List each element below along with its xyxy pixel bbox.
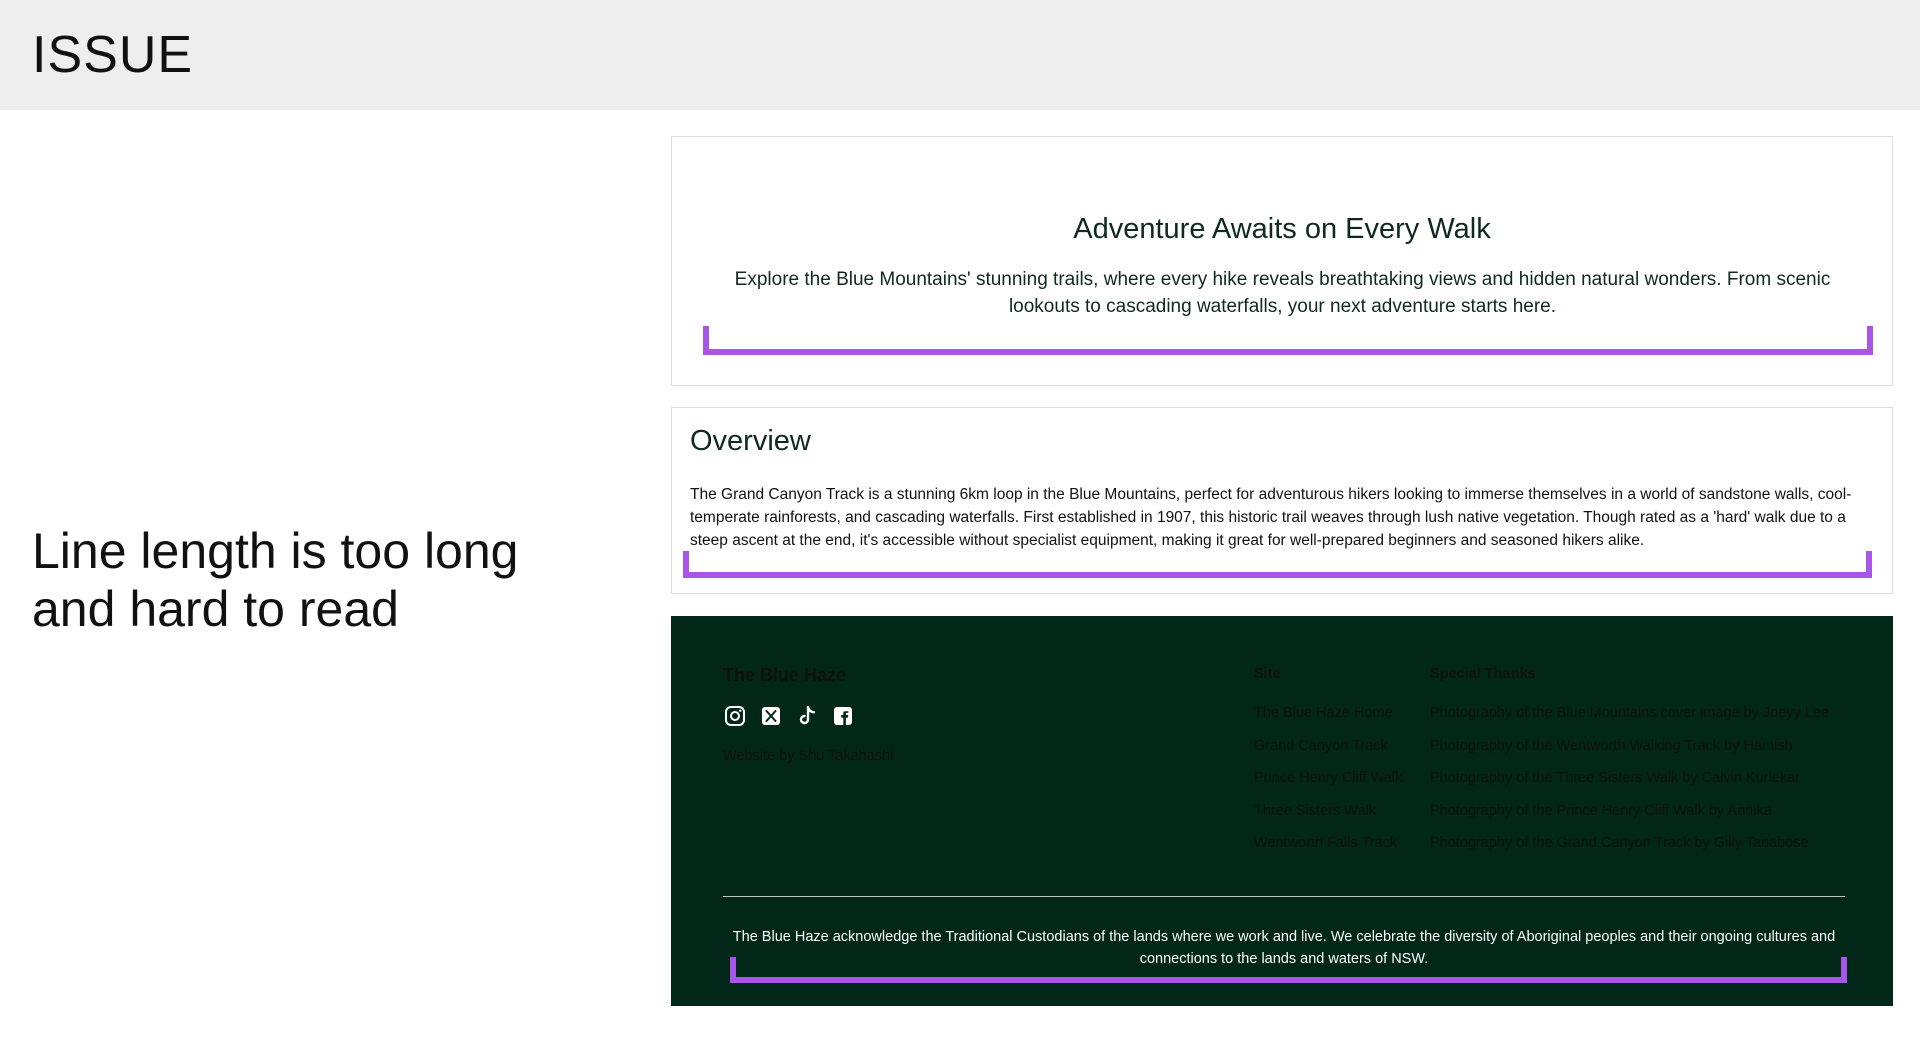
thanks-item: Photography of the Wentworth Walking Tra… [1430,737,1793,754]
line-length-highlight [730,957,1847,983]
overview-text: The Grand Canyon Track is a stunning 6km… [690,486,1852,549]
footer-link-grand-canyon[interactable]: Grand Canyon Track [1254,736,1402,769]
footer-link-home[interactable]: The Blue Haze Home [1254,703,1402,736]
line-length-highlight [703,326,1873,355]
footer-brand: The Blue Haze [723,665,847,685]
social-icons [723,704,855,728]
footer-site-heading: Site [1254,666,1281,682]
line-length-highlight [683,551,1872,578]
facebook-icon[interactable] [831,704,855,728]
hero-heading: Adventure Awaits on Every Walk [1073,213,1491,245]
footer-site-links: The Blue Haze Home Grand Canyon Track Pr… [1254,703,1402,866]
issue-title: ISSUE [32,26,194,84]
footer-link-prince-henry[interactable]: Prince Henry Cliff Walk [1254,768,1402,801]
footer-link-three-sisters[interactable]: Three Sisters Walk [1254,801,1402,834]
x-twitter-icon[interactable] [759,704,783,728]
footer-link-wentworth[interactable]: Wentworth Falls Track [1254,833,1402,866]
thanks-item: Photography of the Blue Mountains cover … [1430,705,1829,721]
thanks-item: Photography of the Three Sisters Walk by… [1430,770,1800,786]
footer-thanks-list: Photography of the Blue Mountains cover … [1430,703,1829,866]
tiktok-icon[interactable] [795,704,819,728]
overview-heading: Overview [690,425,811,457]
footer-credit[interactable]: Website by Shu Takahashi [723,746,893,766]
hero-text: Explore the Blue Mountains' stunning tra… [734,269,1831,317]
issue-header-bar [0,0,1920,110]
issue-note: Line length is too long and hard to read [32,523,519,637]
footer-divider [723,896,1845,897]
footer-thanks-heading: Special Thanks [1430,666,1536,682]
instagram-icon[interactable] [723,704,747,728]
thanks-item: Photography of the Prince Henry Cliff Wa… [1430,802,1772,819]
thanks-item: Photography of the Grand Canyon Track by… [1430,835,1809,851]
